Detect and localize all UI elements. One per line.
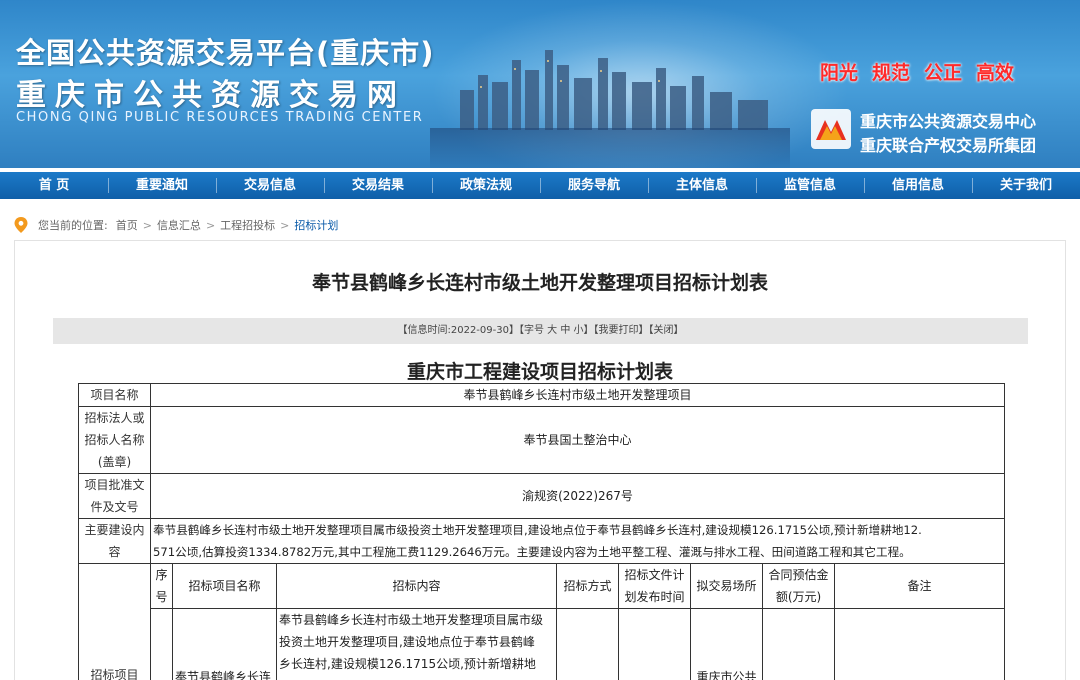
nav-item-trading-info[interactable]: 交易信息 bbox=[216, 172, 324, 199]
item-remark bbox=[833, 608, 1006, 680]
site-title-cn-secondary: 重庆市公共资源交易网 bbox=[16, 78, 406, 113]
content-label: 主要建设内 容 bbox=[78, 518, 151, 564]
header-name: 招标项目名称 bbox=[172, 563, 277, 609]
approval-label-line: 项目批准文 bbox=[84, 478, 145, 492]
content-label-line: 容 bbox=[108, 545, 121, 559]
site-banner: 全国公共资源交易平台(重庆市) 重庆市公共资源交易网 CHONG QING PU… bbox=[0, 0, 1080, 168]
header-seq-line: 号 bbox=[155, 590, 168, 604]
nav-item-notices[interactable]: 重要通知 bbox=[108, 172, 216, 199]
header-seq: 序 号 bbox=[150, 563, 173, 609]
item-amount bbox=[762, 608, 835, 680]
item-name: 奉节县鹤峰乡长连 bbox=[172, 608, 277, 680]
item-place: 重庆市公共 bbox=[690, 608, 763, 680]
font-size-controls[interactable]: 【字号 大 中 小】 bbox=[519, 325, 594, 336]
nav-item-entities[interactable]: 主体信息 bbox=[648, 172, 756, 199]
center-name: 重庆市公共资源交易中心 bbox=[860, 112, 1037, 131]
nav-item-policies[interactable]: 政策法规 bbox=[432, 172, 540, 199]
close-link[interactable]: 【关闭】 bbox=[649, 325, 684, 336]
header-publish-line: 划发布时间 bbox=[624, 590, 685, 604]
approval-label: 项目批准文 件及文号 bbox=[78, 473, 151, 519]
site-title-cn: 全国公共资源交易平台(重庆市) bbox=[16, 36, 435, 70]
nav-item-home[interactable]: 首 页 bbox=[0, 172, 108, 199]
content-value: 奉节县鹤峰乡长连村市级土地开发整理项目属市级投资土地开发整理项目,建设地点位于奉… bbox=[149, 518, 1006, 564]
breadcrumb-separator: > bbox=[280, 218, 290, 232]
plan-table: 项目名称 奉节县鹤峰乡长连村市级土地开发整理项目 招标法人或 招标人名称 (盖章… bbox=[78, 383, 1006, 680]
tenderer-value: 奉节县国土整治中心 bbox=[149, 406, 1006, 474]
approval-label-line: 件及文号 bbox=[90, 500, 139, 514]
header-place: 拟交易场所 bbox=[690, 563, 763, 609]
info-time: 【信息时间:2022-09-30】 bbox=[397, 325, 519, 336]
slogan: 公正 bbox=[924, 62, 963, 84]
article-info-bar: 【信息时间:2022-09-30】【字号 大 中 小】【我要打印】【关闭】 bbox=[53, 318, 1028, 344]
header-publish-line: 招标文件计 bbox=[624, 568, 685, 582]
header-amount-line: 额(万元) bbox=[775, 590, 822, 604]
slogan: 规范 bbox=[872, 62, 911, 84]
header-amount: 合同预估金 额(万元) bbox=[762, 563, 835, 609]
header-remark: 备注 bbox=[833, 563, 1006, 609]
breadcrumb-engineering-bidding[interactable]: 工程招投标 bbox=[220, 217, 275, 233]
print-link[interactable]: 【我要打印】 bbox=[594, 325, 649, 336]
project-name-value: 奉节县鹤峰乡长连村市级土地开发整理项目 bbox=[149, 383, 1006, 407]
breadcrumb: 您当前的位置: 首页 > 信息汇总 > 工程招投标 > 招标计划 bbox=[14, 216, 338, 234]
tenderer-label-line: 招标法人或 bbox=[84, 411, 145, 425]
item-label: 招标项目 bbox=[78, 563, 151, 680]
item-content: 奉节县鹤峰乡长连村市级土地开发整理项目属市级 投资土地开发整理项目,建设地点位于… bbox=[276, 608, 557, 680]
content-line: 571公顷,估算投资1334.8782万元,其中工程施工费1129.2646万元… bbox=[153, 545, 911, 559]
nav-item-about[interactable]: 关于我们 bbox=[972, 172, 1080, 199]
header-method: 招标方式 bbox=[556, 563, 619, 609]
item-content-line: 投资土地开发整理项目,建设地点位于奉节县鹤峰 bbox=[279, 635, 535, 649]
header-seq-line: 序 bbox=[155, 568, 168, 582]
nav-item-credit[interactable]: 信用信息 bbox=[864, 172, 972, 199]
content-line: 奉节县鹤峰乡长连村市级土地开发整理项目属市级投资土地开发整理项目,建设地点位于奉… bbox=[153, 523, 922, 537]
table-row: 项目名称 奉节县鹤峰乡长连村市级土地开发整理项目 bbox=[78, 383, 1006, 407]
content-label-line: 主要建设内 bbox=[84, 523, 145, 537]
approval-value: 渝规资(2022)267号 bbox=[149, 473, 1006, 519]
site-title-en: CHONG QING PUBLIC RESOURCES TRADING CENT… bbox=[16, 110, 424, 125]
center-logo-icon bbox=[811, 109, 851, 149]
tenderer-label: 招标法人或 招标人名称 (盖章) bbox=[78, 406, 151, 474]
banner-water bbox=[430, 128, 790, 168]
header-content: 招标内容 bbox=[276, 563, 557, 609]
slogan: 高效 bbox=[976, 62, 1015, 84]
slogan: 阳光 bbox=[820, 62, 859, 84]
table-row: 奉节县鹤峰乡长连 奉节县鹤峰乡长连村市级土地开发整理项目属市级 投资土地开发整理… bbox=[79, 608, 1006, 680]
project-name-label: 项目名称 bbox=[78, 383, 151, 407]
nav-item-supervision[interactable]: 监管信息 bbox=[756, 172, 864, 199]
city-skyline-image bbox=[460, 50, 768, 130]
item-method bbox=[556, 608, 619, 680]
item-publish-time bbox=[618, 608, 691, 680]
item-content-line: 奉节县鹤峰乡长连村市级土地开发整理项目属市级 bbox=[279, 613, 544, 627]
nav-item-services[interactable]: 服务导航 bbox=[540, 172, 648, 199]
slogan-group: 阳光 规范 公正 高效 bbox=[820, 58, 1014, 85]
tenderer-label-line: (盖章) bbox=[97, 455, 132, 469]
breadcrumb-current[interactable]: 招标计划 bbox=[294, 217, 338, 233]
nav-item-trading-results[interactable]: 交易结果 bbox=[324, 172, 432, 199]
breadcrumb-info-summary[interactable]: 信息汇总 bbox=[157, 217, 201, 233]
header-amount-line: 合同预估金 bbox=[768, 568, 829, 582]
tenderer-label-line: 招标人名称 bbox=[84, 433, 145, 447]
item-content-line: 乡长连村,建设规模126.1715公顷,预计新增耕地 bbox=[279, 657, 536, 671]
breadcrumb-home[interactable]: 首页 bbox=[116, 217, 138, 233]
main-nav: 首 页 重要通知 交易信息 交易结果 政策法规 服务导航 主体信息 监管信息 信… bbox=[0, 172, 1080, 199]
table-row: 项目批准文 件及文号 渝规资(2022)267号 bbox=[78, 473, 1006, 519]
breadcrumb-separator: > bbox=[205, 218, 216, 232]
article-title: 奉节县鹤峰乡长连村市级土地开发整理项目招标计划表 bbox=[311, 272, 768, 294]
group-name: 重庆联合产权交易所集团 bbox=[860, 136, 1037, 155]
table-row: 招标法人或 招标人名称 (盖章) 奉节县国土整治中心 bbox=[78, 406, 1006, 474]
breadcrumb-prefix: 您当前的位置: bbox=[38, 219, 108, 232]
location-pin-icon bbox=[14, 217, 28, 233]
item-seq bbox=[150, 608, 173, 680]
header-publish: 招标文件计 划发布时间 bbox=[618, 563, 691, 609]
table-row: 招标项目 序 号 招标项目名称 招标内容 招标方式 招标文件计 划发布时间 拟交… bbox=[78, 563, 1006, 680]
plan-table-title: 重庆市工程建设项目招标计划表 bbox=[406, 361, 673, 383]
breadcrumb-separator: > bbox=[142, 218, 152, 232]
table-row: 主要建设内 容 奉节县鹤峰乡长连村市级土地开发整理项目属市级投资土地开发整理项目… bbox=[78, 518, 1006, 564]
